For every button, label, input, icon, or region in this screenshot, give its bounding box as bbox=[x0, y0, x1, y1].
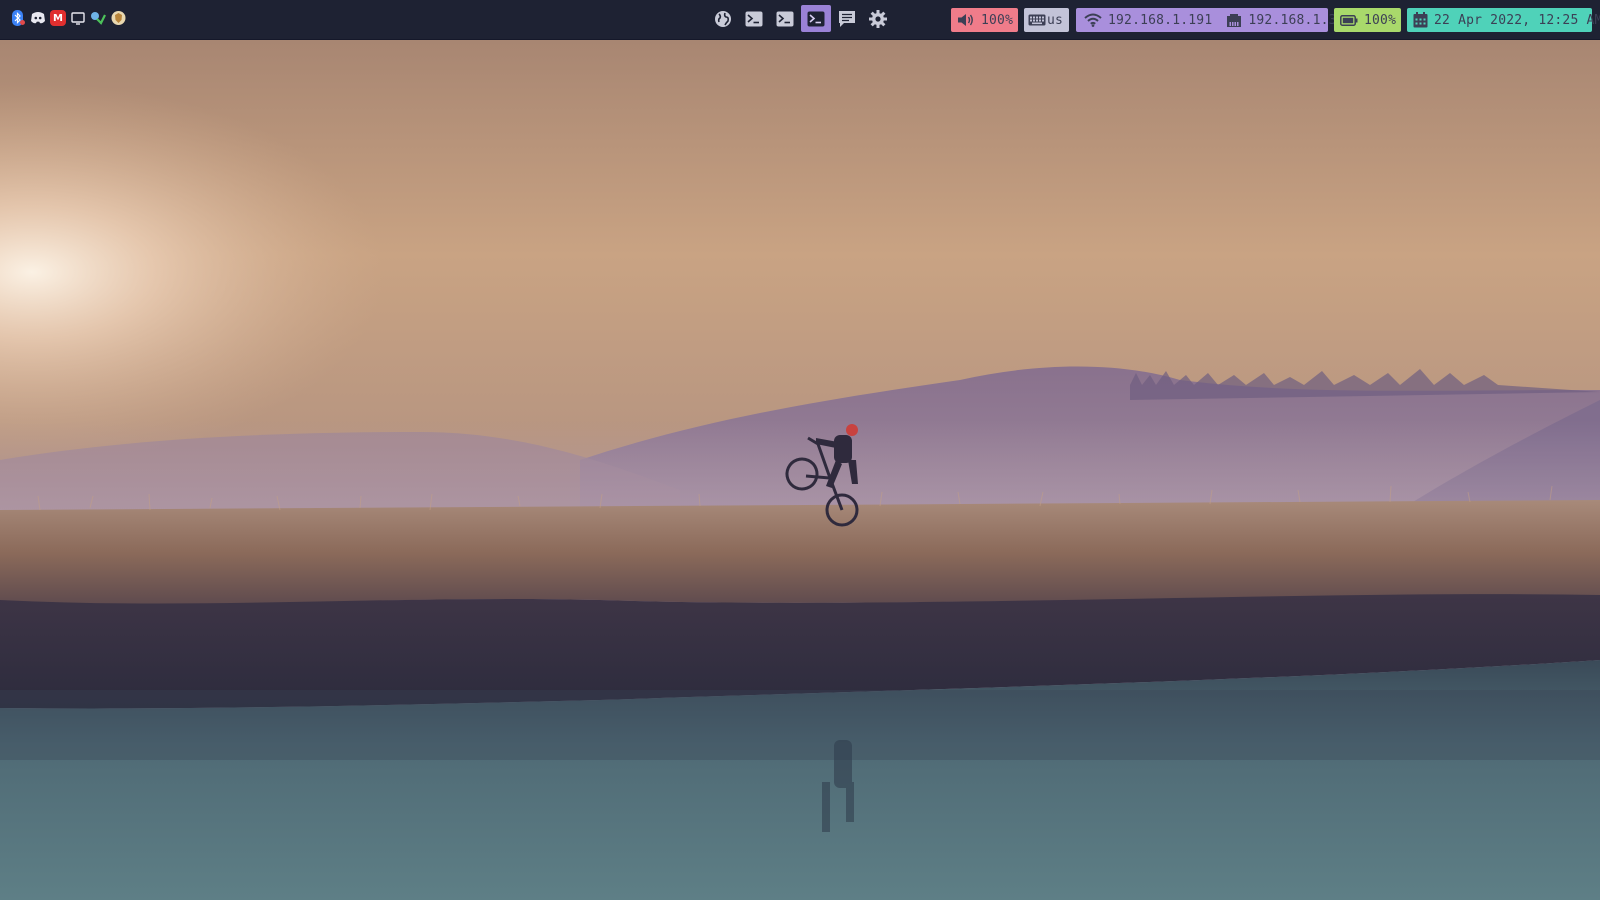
mail-icon-letter: M bbox=[53, 12, 63, 24]
volume-indicator[interactable]: 100% bbox=[951, 8, 1018, 32]
wallpaper-image bbox=[0, 40, 1600, 900]
workspace-settings[interactable] bbox=[863, 5, 893, 32]
display-icon[interactable] bbox=[70, 10, 86, 26]
top-bar: M 100% us 192.168.1.191 192.168.1.36 100… bbox=[0, 0, 1600, 40]
speaker-icon bbox=[958, 14, 973, 26]
terminal-icon bbox=[807, 11, 825, 26]
network-app-icon[interactable] bbox=[90, 10, 106, 26]
gear-icon bbox=[869, 9, 887, 28]
workspace-terminal-3-active[interactable] bbox=[801, 5, 831, 32]
keyboard-icon bbox=[1028, 14, 1046, 26]
terminal-icon bbox=[745, 11, 763, 26]
workspace-terminal-2[interactable] bbox=[770, 5, 800, 32]
workspace-terminal-1[interactable] bbox=[739, 5, 769, 32]
battery-icon bbox=[1340, 14, 1358, 26]
terminal-icon bbox=[776, 11, 794, 26]
wifi-icon bbox=[1084, 13, 1102, 27]
workspace-chat[interactable] bbox=[832, 5, 862, 32]
globe-icon bbox=[715, 10, 731, 27]
network-indicator[interactable]: 192.168.1.191 192.168.1.36 bbox=[1076, 8, 1344, 32]
bluetooth-icon[interactable] bbox=[10, 10, 26, 26]
chat-icon bbox=[839, 10, 855, 27]
mail-icon[interactable]: M bbox=[50, 10, 66, 26]
ethernet-ip-value: 192.168.1.36 bbox=[1248, 12, 1345, 28]
battery-value: 100% bbox=[1364, 12, 1397, 28]
shield-icon[interactable] bbox=[110, 10, 126, 26]
keyboard-layout-indicator[interactable]: us bbox=[1024, 8, 1069, 32]
volume-value: 100% bbox=[981, 12, 1014, 28]
workspace-switcher bbox=[708, 5, 893, 32]
keyboard-layout-value: us bbox=[1047, 12, 1064, 28]
clock[interactable]: 22 Apr 2022, 12:25 AM bbox=[1407, 8, 1600, 32]
battery-indicator[interactable]: 100% bbox=[1334, 8, 1401, 32]
datetime-value: 22 Apr 2022, 12:25 AM bbox=[1434, 12, 1600, 28]
wifi-ip-value: 192.168.1.191 bbox=[1108, 12, 1213, 28]
system-tray: M bbox=[10, 10, 126, 26]
desktop: M 100% us 192.168.1.191 192.168.1.36 100… bbox=[0, 0, 1600, 900]
workspace-browser[interactable] bbox=[708, 5, 738, 32]
discord-icon[interactable] bbox=[30, 10, 46, 26]
ethernet-icon bbox=[1227, 13, 1242, 27]
calendar-icon bbox=[1413, 12, 1428, 28]
